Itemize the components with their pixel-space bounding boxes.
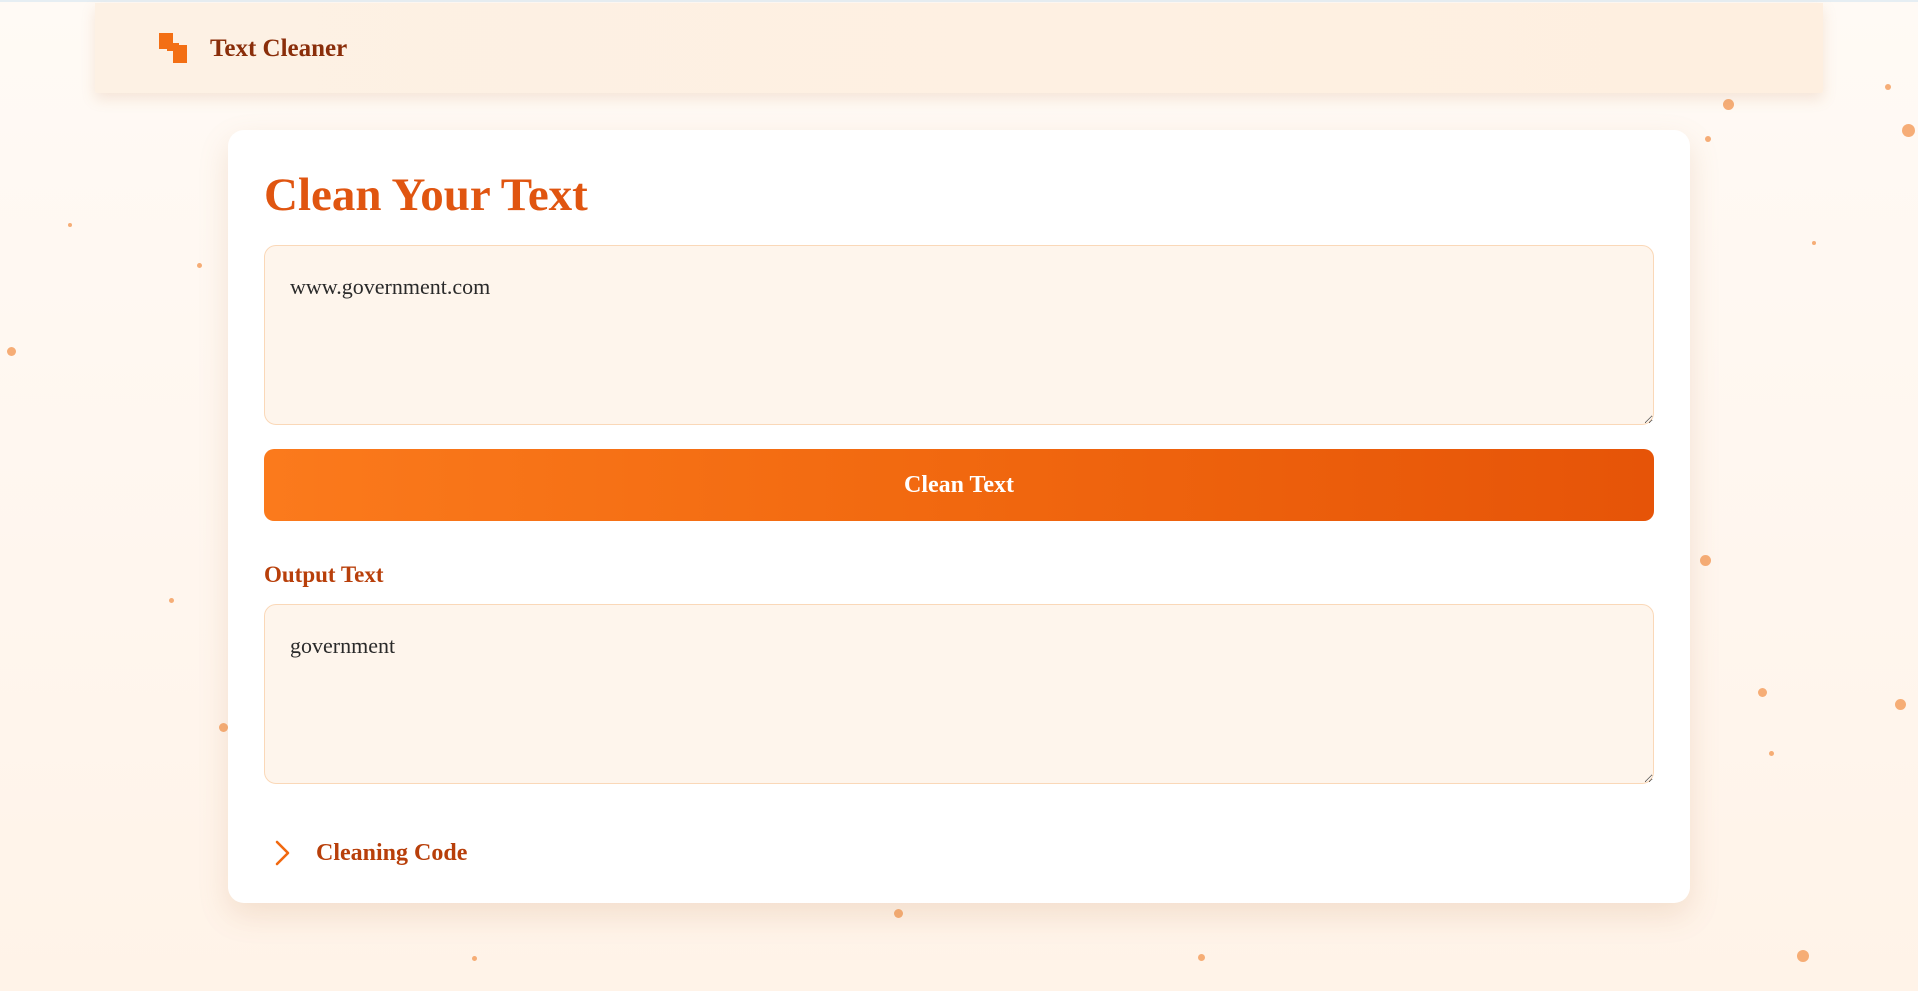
clean-text-button[interactable]: Clean Text [264, 449, 1654, 521]
cleaning-code-label[interactable]: Cleaning Code [316, 840, 467, 867]
input-text-field[interactable] [264, 245, 1654, 425]
cleaning-code-toggle[interactable]: Cleaning Code [268, 835, 467, 871]
logo-icon [159, 33, 187, 63]
app-header: Text Cleaner [95, 3, 1823, 93]
top-border [0, 0, 1918, 2]
cleaner-card: Clean Your Text Clean Text Output Text C… [228, 130, 1690, 903]
chevron-right-icon[interactable] [268, 839, 296, 867]
app-name[interactable]: Text Cleaner [210, 34, 347, 64]
output-text-field[interactable] [264, 604, 1654, 784]
page-title: Clean Your Text [264, 169, 588, 221]
output-label: Output Text [264, 562, 384, 587]
